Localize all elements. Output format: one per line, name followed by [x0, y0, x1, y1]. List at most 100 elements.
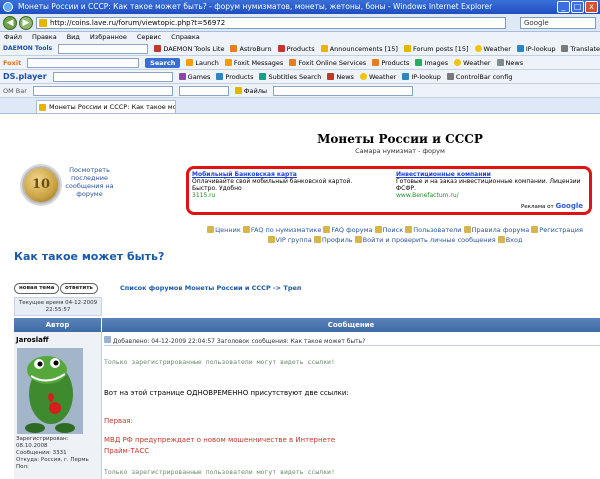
toolbar1-item-ip-lookup[interactable]: IP-lookup — [516, 45, 555, 53]
site-subtitle: Самара нумизмат - форум — [355, 147, 445, 155]
ad-item-1[interactable]: Мобильный Банковская карта Оплачивайте с… — [192, 171, 377, 199]
posts-table-header: Автор Сообщение — [14, 318, 600, 332]
close-button[interactable]: x — [585, 1, 598, 13]
files-menu[interactable]: Файлы — [234, 87, 267, 95]
window-titlebar: Монеты России и СССР: Как такое может бы… — [0, 0, 600, 14]
menu-file[interactable]: Файл — [4, 32, 22, 42]
toolbar2-item-launch[interactable]: Launch — [186, 59, 219, 67]
foxit-search-input[interactable] — [27, 57, 140, 68]
ip-lookup-icon — [402, 73, 410, 80]
nav-messages[interactable]: Войти и проверить личные сообщения — [354, 236, 496, 244]
post-divider — [104, 345, 600, 346]
toolbar3-item-products[interactable]: Products — [216, 73, 253, 81]
ad-item-2[interactable]: Инвестиционные компании Готовые и на зак… — [396, 171, 581, 199]
ads-by-google[interactable]: Реклама от Google — [521, 202, 583, 210]
toolbar1-item-weather[interactable]: Weather — [474, 45, 511, 53]
toolbar1-item-products[interactable]: Products — [277, 45, 315, 53]
menu-tools[interactable]: Сервис — [137, 32, 161, 42]
om-combo-2[interactable] — [178, 85, 229, 96]
nav-faq-forum[interactable]: FAQ форума — [323, 226, 372, 234]
avatar — [17, 348, 83, 434]
toolbar3-item-weather[interactable]: Weather — [359, 73, 396, 81]
ad-block: Мобильный Банковская карта Оплачивайте с… — [186, 166, 592, 215]
back-button[interactable]: ◀ — [3, 16, 17, 30]
nav-login[interactable]: Вход — [497, 236, 522, 244]
toolbar3-item-games[interactable]: Games — [178, 73, 210, 81]
nav-register[interactable]: Регистрация — [531, 226, 583, 234]
toolbar2-item-images[interactable]: Images — [415, 59, 448, 67]
search-input[interactable]: Google — [520, 17, 596, 29]
crocodile-avatar-image — [17, 348, 83, 434]
nav-price[interactable]: Ценник — [207, 226, 241, 234]
dsplayer-brand: DS.player — [3, 72, 47, 81]
ie-icon — [3, 2, 13, 12]
post-first-label: Первая: — [104, 417, 133, 425]
tab-favicon-icon — [39, 104, 46, 111]
forum-nav: Ценник FAQ по нумизматике FAQ форума Пои… — [195, 225, 595, 245]
games-icon — [178, 73, 186, 80]
news-icon — [496, 59, 504, 66]
toolbar3-item-ip-lookup[interactable]: IP-lookup — [402, 73, 441, 81]
nav-search[interactable]: Поиск — [374, 226, 403, 234]
images-icon — [415, 59, 423, 66]
messages-icon — [354, 236, 362, 243]
menu-favorites[interactable]: Избранное — [90, 32, 127, 42]
topic-title[interactable]: Как такое может быть? — [14, 250, 164, 263]
address-bar[interactable]: http://coins.lave.ru/forum/viewtopic.php… — [36, 17, 506, 29]
post-header: Добавлено: 04-12-2009 22:04:57 Заголовок… — [104, 336, 365, 345]
author-info: Зарегистрирован: 08.10.2008 Сообщения: 3… — [16, 436, 89, 470]
toolbar1-item-forum-posts[interactable]: Forum posts [15] — [403, 45, 469, 53]
nav-users[interactable]: Пользователи — [405, 226, 461, 234]
ad-description: Оплачивайте свой мобильный банковской ка… — [192, 178, 353, 192]
toolbar3-item-subtitles[interactable]: Subtitles Search — [259, 73, 321, 81]
profile-icon — [313, 236, 321, 243]
breadcrumb[interactable]: Список форумов Монеты России и СССР -> Т… — [120, 284, 301, 292]
nav-rules[interactable]: Правила форума — [463, 226, 529, 234]
new-topic-button[interactable]: новая тема — [14, 283, 60, 294]
search-icon — [374, 226, 382, 233]
toolbar2-item-online-services[interactable]: Foxit Online Services — [289, 59, 366, 67]
toolbar2-item-news[interactable]: News — [496, 59, 523, 67]
daemon-search-combo[interactable] — [58, 43, 149, 54]
forum-posts-icon — [403, 45, 411, 52]
dsplayer-search-input[interactable] — [52, 71, 173, 82]
toolbar1-item-daemon[interactable]: DAEMON Tools Lite — [154, 45, 224, 53]
hidden-link-notice: Только зарегистрированные пользователи м… — [104, 358, 335, 366]
forward-button[interactable]: ▶ — [19, 16, 33, 30]
controlbar-icon — [446, 73, 454, 80]
weather-icon — [474, 45, 482, 52]
toolbar1-item-announcements[interactable]: Announcements [15] — [320, 45, 398, 53]
toolbar2-item-weather[interactable]: Weather — [454, 59, 491, 67]
page-favicon-icon — [39, 19, 47, 27]
maximize-button[interactable]: □ — [571, 1, 584, 13]
toolbar3-item-controlbar[interactable]: ControlBar config — [446, 73, 513, 81]
post-quote-1: МВД РФ предупреждает о новом мошенничест… — [104, 436, 336, 444]
ad-url[interactable]: 3115.ru — [192, 192, 377, 199]
toolbar2-item-messages[interactable]: Foxit Messages — [224, 59, 283, 67]
launch-icon — [186, 59, 194, 66]
ad-title[interactable]: Мобильный Банковская карта — [192, 171, 377, 178]
toolbar-om: ОМ Bar Файлы — [0, 84, 600, 98]
foxit-search-button[interactable]: Search — [145, 57, 181, 68]
menu-help[interactable]: Справка — [171, 32, 200, 42]
toolbar3-item-news[interactable]: News — [327, 73, 354, 81]
latest-posts-link[interactable]: Посмотреть последние сообщения на форуме — [62, 166, 117, 198]
nav-vip[interactable]: VIP группа — [267, 236, 312, 244]
toolbar2-item-products[interactable]: Products — [372, 59, 409, 67]
toolbar1-item-astroburn[interactable]: AstroBurn — [230, 45, 272, 53]
tab-current[interactable]: Монеты России и СССР: Как такое может бы… — [36, 100, 176, 113]
om-combo[interactable] — [32, 85, 173, 96]
ip-lookup-icon — [516, 45, 524, 52]
om-combo-3[interactable] — [273, 85, 413, 96]
ad-title[interactable]: Инвестиционные компании — [396, 171, 581, 178]
toolbar1-item-translate[interactable]: Translate — [561, 45, 600, 53]
subtitles-icon — [259, 73, 267, 80]
nav-profile[interactable]: Профиль — [313, 236, 353, 244]
menu-edit[interactable]: Правка — [32, 32, 57, 42]
menu-view[interactable]: Вид — [67, 32, 80, 42]
ad-url[interactable]: www.Benefactum.ru/ — [396, 192, 581, 199]
nav-faq-numismatics[interactable]: FAQ по нумизматике — [242, 226, 321, 234]
reply-button[interactable]: ответить — [60, 283, 98, 294]
post-author[interactable]: Jaroslaff — [16, 336, 49, 344]
minimize-button[interactable]: _ — [557, 1, 570, 13]
